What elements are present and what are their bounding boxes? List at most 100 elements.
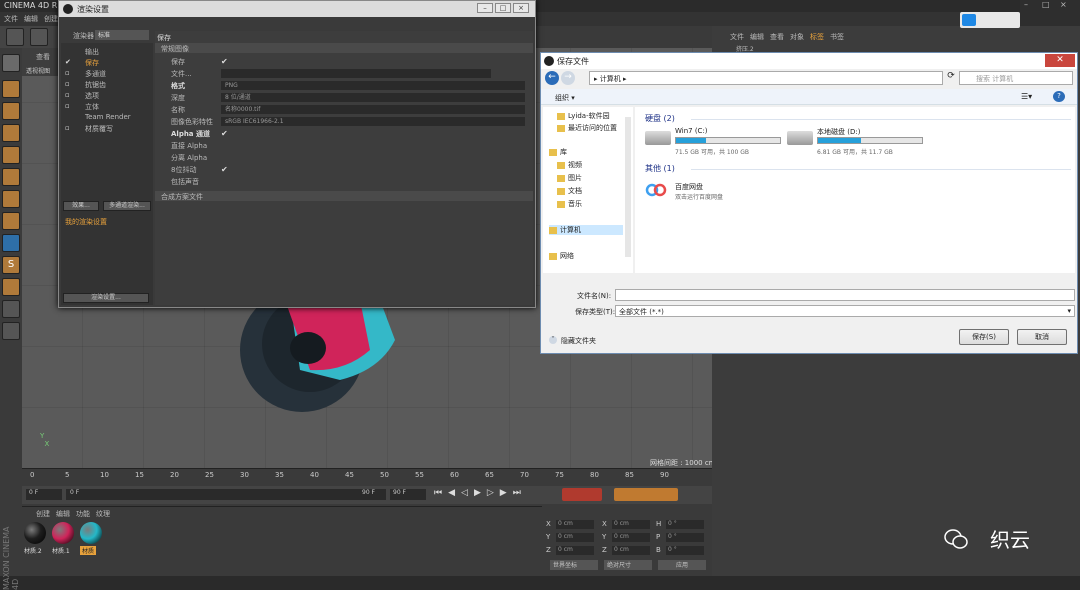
lock-icon[interactable] [2,300,20,318]
material-ball[interactable] [80,522,102,544]
effects-button[interactable]: 效果... [63,201,99,211]
object-mode-icon[interactable] [2,80,20,98]
menu-create[interactable]: 创建 [44,14,58,24]
menu-edit[interactable]: 编辑 [24,14,38,24]
coord-value-field[interactable]: 0 ° [666,546,704,555]
snap-icon[interactable]: S [2,256,20,274]
close-icon[interactable]: ✕ [1045,54,1075,67]
settings-tree-item[interactable]: 抗锯齿 [85,80,106,90]
settings-tree-item[interactable]: 选项 [85,91,99,101]
setting-field[interactable] [221,69,491,78]
chevron-up-icon[interactable]: ˄ [549,336,557,344]
setting-field[interactable]: 8 位/通道 [221,93,525,102]
tree-checkbox[interactable]: ▫ [65,102,70,110]
tweak-icon[interactable] [2,234,20,252]
setting-field[interactable]: 名称0000.tif [221,105,525,114]
nav-item[interactable]: 音乐 [557,199,582,209]
om-menu-tags[interactable]: 标签 [810,32,824,42]
drive-name[interactable]: Win7 (C:) [675,127,708,135]
view-options-icon[interactable]: ☰▾ [1021,92,1032,101]
cancel-button[interactable]: 取消 [1017,329,1067,345]
drive-name[interactable]: 本地磁盘 (D:) [817,127,860,137]
multipass-button[interactable]: 多通道渲染... [103,201,151,211]
mat-tab-texture[interactable]: 纹理 [96,509,110,519]
grid-icon[interactable] [2,322,20,340]
nav-item[interactable]: 库 [549,147,567,157]
points-mode-icon[interactable] [2,146,20,164]
save-button[interactable]: 保存(S) [959,329,1009,345]
frame-range-slider[interactable]: 0 F [66,489,386,500]
workplane-icon[interactable] [2,124,20,142]
my-render-settings[interactable]: 我的渲染设置 [65,217,107,227]
om-menu-bookmarks[interactable]: 书签 [830,32,844,42]
search-input[interactable]: 搜索 计算机 [959,71,1073,85]
nav-item[interactable]: Lyida-软件园 [557,111,610,121]
setting-field[interactable]: PNG [221,81,525,90]
polygons-mode-icon[interactable] [2,190,20,208]
coord-value-field[interactable]: 0 cm [612,520,650,529]
end-frame-field[interactable]: 90 F [390,489,426,500]
material-ball[interactable] [24,522,46,544]
setting-checkbox[interactable] [221,153,230,162]
coord-value-field[interactable]: 0 ° [666,520,704,529]
edges-mode-icon[interactable] [2,168,20,186]
settings-tree-item[interactable]: Team Render [85,113,131,121]
group-header-disks[interactable]: 硬盘 (2) [645,113,675,124]
settings-tree-item[interactable]: 多通道 [85,69,106,79]
save-type-select[interactable]: 全部文件 (*.*) ▾ [615,305,1075,317]
settings-tree-item[interactable]: 材质覆写 [85,124,113,134]
current-frame-field[interactable]: 0 F [26,489,62,500]
filename-input[interactable] [615,289,1075,301]
coord-value-field[interactable]: 0 cm [612,546,650,555]
coord-value-field[interactable]: 0 ° [666,533,704,542]
rs-close-button[interactable]: × [513,3,529,13]
magnet-icon[interactable] [2,278,20,296]
redo-icon[interactable] [30,28,48,46]
nav-item[interactable]: 图片 [557,173,582,183]
coord-value-field[interactable]: 0 cm [556,520,594,529]
hide-folders-toggle[interactable]: 隐藏文件夹 [561,336,596,346]
setting-field[interactable]: sRGB IEC61966-2.1 [221,117,525,126]
om-menu-view[interactable]: 查看 [770,32,784,42]
record-buttons[interactable] [562,488,602,501]
material-ball[interactable] [52,522,74,544]
coord-value-field[interactable]: 0 cm [556,533,594,542]
model-mode-icon[interactable] [2,54,20,72]
coord-value-field[interactable]: 0 cm [556,546,594,555]
world-coord-dropdown[interactable]: 世界坐标 [550,560,598,570]
nav-item[interactable]: 视频 [557,160,582,170]
tree-checkbox[interactable]: ▫ [65,124,70,132]
setting-checkbox[interactable]: ✔ [221,165,230,174]
group-header[interactable]: 常规图像 [155,43,533,53]
tree-checkbox[interactable]: ▫ [65,69,70,77]
nav-item[interactable]: 最近访问的位置 [557,123,617,133]
mat-tab-create[interactable]: 创建 [36,509,50,519]
nav-item[interactable]: 文档 [557,186,582,196]
settings-tree-item[interactable]: 输出 [85,47,99,57]
address-bar[interactable]: ▸ 计算机 ▸ [589,71,943,85]
om-menu-edit[interactable]: 编辑 [750,32,764,42]
render-settings-button[interactable]: 渲染设置... [63,293,149,303]
app-minimize-button[interactable]: – [1024,0,1028,9]
baidu-cloud-icon[interactable] [962,14,976,26]
rs-maximize-button[interactable]: □ [495,3,511,13]
settings-tree-item[interactable]: 立体 [85,102,99,112]
mat-tab-function[interactable]: 功能 [76,509,90,519]
help-icon[interactable]: ? [1053,91,1065,102]
setting-checkbox[interactable] [221,141,230,150]
composite-header[interactable]: 合成方案文件 [155,191,533,201]
settings-tree-item[interactable]: 保存 [85,58,99,68]
app-close-button[interactable]: × [1060,0,1067,9]
coord-value-field[interactable]: 0 cm [612,533,650,542]
axis-icon[interactable] [2,212,20,230]
mat-tab-edit[interactable]: 编辑 [56,509,70,519]
baidu-netdisk-icon[interactable] [645,181,667,199]
tree-checkbox[interactable]: ▫ [65,91,70,99]
timeline-ruler[interactable]: 0 5 10 15 20 25 30 35 40 45 50 55 60 65 70 75 80 85 90 [22,468,712,486]
tree-checkbox[interactable]: ✔ [65,58,71,66]
setting-checkbox[interactable]: ✔ [221,57,230,66]
organize-button[interactable]: 组织 ▾ [555,93,575,103]
texture-mode-icon[interactable] [2,102,20,120]
nav-item[interactable]: 网络 [549,251,574,261]
app-restore-button[interactable]: □ [1042,0,1050,9]
